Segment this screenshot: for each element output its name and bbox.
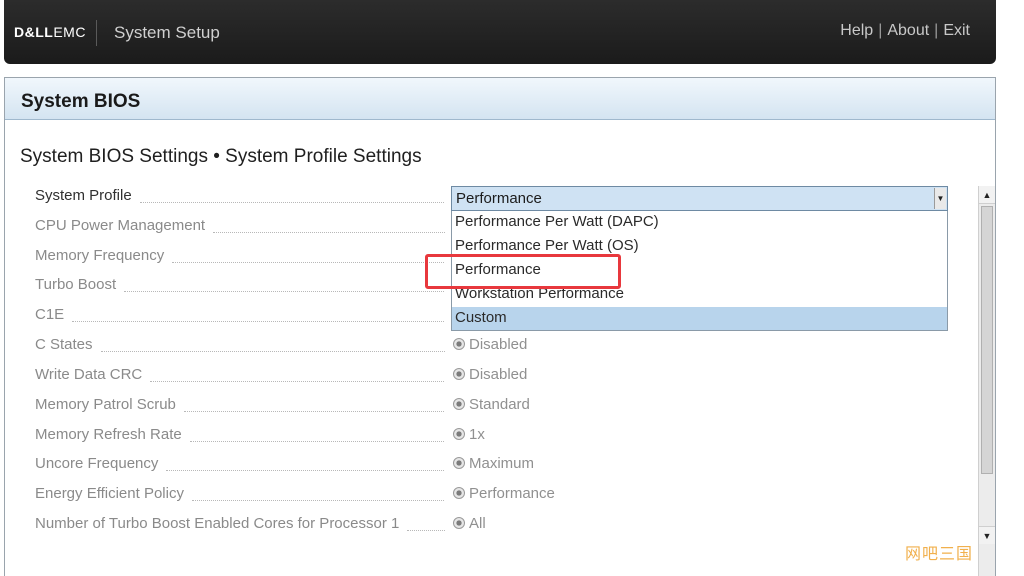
setting-label: Number of Turbo Boost Enabled Cores for …	[35, 515, 445, 537]
dropdown-option-workstation[interactable]: Workstation Performance	[452, 283, 947, 306]
setting-row-memory-patrol-scrub: Memory Patrol Scrub Standard	[15, 396, 975, 418]
setting-label: C States	[35, 336, 445, 358]
setting-label: Write Data CRC	[35, 366, 445, 388]
radio-value: Disabled	[469, 336, 528, 353]
radio-dot-icon	[453, 398, 465, 410]
radio-dot-icon	[453, 517, 465, 529]
setting-radio[interactable]: Maximum	[453, 455, 534, 472]
system-profile-select[interactable]: Performance ▼	[451, 186, 948, 211]
radio-value: Disabled	[469, 366, 528, 383]
radio-dot-icon	[453, 487, 465, 499]
setting-row-c-states: C States Disabled	[15, 336, 975, 358]
setting-radio[interactable]: All	[453, 515, 486, 532]
dropdown-option-custom[interactable]: Custom	[452, 307, 947, 330]
dropdown-option-os[interactable]: Performance Per Watt (OS)	[452, 235, 947, 258]
setting-label: Turbo Boost	[35, 276, 445, 298]
chevron-down-icon[interactable]: ▼	[934, 188, 946, 209]
panel-title: System BIOS	[21, 91, 141, 112]
radio-dot-icon	[453, 338, 465, 350]
dell-emc-logo: D&LLEMC	[14, 24, 86, 40]
link-separator: |	[878, 22, 883, 39]
setting-label: C1E	[35, 306, 445, 328]
setting-label: Memory Refresh Rate	[35, 426, 445, 448]
brand-dell: D&LL	[14, 24, 54, 40]
setting-label: CPU Power Management	[35, 217, 445, 239]
radio-value: All	[469, 515, 486, 532]
setting-label: Energy Efficient Policy	[35, 485, 445, 507]
brand-emc: EMC	[53, 24, 86, 40]
radio-dot-icon	[453, 428, 465, 440]
dropdown-option-performance[interactable]: Performance	[452, 259, 947, 282]
scroll-down-icon[interactable]: ▼	[979, 526, 995, 544]
dropdown-option-dapc[interactable]: Performance Per Watt (DAPC)	[452, 211, 947, 234]
radio-value: Performance	[469, 485, 555, 502]
setting-label: Memory Frequency	[35, 247, 445, 269]
scroll-thumb[interactable]	[981, 206, 993, 474]
setting-radio[interactable]: Disabled	[453, 336, 527, 353]
radio-value: Maximum	[469, 455, 535, 472]
about-link[interactable]: About	[887, 22, 929, 39]
setting-row-memory-refresh-rate: Memory Refresh Rate 1x	[15, 426, 975, 448]
setting-row-write-data-crc: Write Data CRC Disabled	[15, 366, 975, 388]
setting-radio[interactable]: 1x	[453, 426, 485, 443]
setting-label: Uncore Frequency	[35, 455, 445, 477]
radio-dot-icon	[453, 457, 465, 469]
setting-row-energy-efficient-policy: Energy Efficient Policy Performance	[15, 485, 975, 507]
setting-radio[interactable]: Performance	[453, 485, 555, 502]
exit-link[interactable]: Exit	[943, 22, 970, 39]
setting-row-turbo-boost-cores: Number of Turbo Boost Enabled Cores for …	[15, 515, 975, 537]
top-bar: D&LLEMC System Setup Help | About | Exit	[4, 0, 996, 64]
link-separator: |	[934, 22, 939, 39]
settings-scrollbar[interactable]: ▲ ▼	[978, 186, 995, 576]
radio-value: Standard	[469, 396, 530, 413]
top-links: Help | About | Exit	[840, 22, 970, 40]
setting-label: Memory Patrol Scrub	[35, 396, 445, 418]
setting-radio[interactable]: Disabled	[453, 366, 527, 383]
radio-value: 1x	[469, 426, 485, 443]
system-profile-dropdown: Performance Per Watt (DAPC) Performance …	[451, 211, 948, 331]
setting-label: System Profile	[35, 187, 445, 209]
help-link[interactable]: Help	[840, 22, 873, 39]
section-title: System BIOS Settings • System Profile Se…	[20, 146, 422, 167]
radio-dot-icon	[453, 368, 465, 380]
app-title: System Setup	[114, 23, 220, 42]
panel-header: System BIOS	[5, 78, 995, 120]
select-current-value: Performance	[456, 190, 542, 207]
scroll-up-icon[interactable]: ▲	[979, 186, 995, 204]
setting-radio[interactable]: Standard	[453, 396, 530, 413]
setting-row-uncore-frequency: Uncore Frequency Maximum	[15, 455, 975, 477]
brand-divider	[96, 20, 97, 46]
watermark: 网吧三国	[905, 544, 974, 563]
